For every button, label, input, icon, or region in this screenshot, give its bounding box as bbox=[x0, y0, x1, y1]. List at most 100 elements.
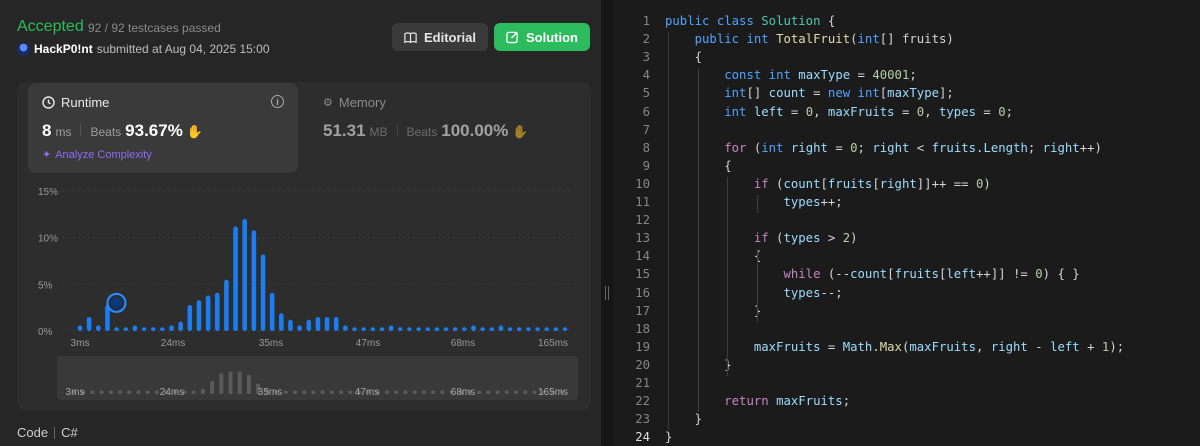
code-line[interactable]: 22 return maxFruits; bbox=[613, 392, 1200, 410]
code-line[interactable]: 9 { bbox=[613, 157, 1200, 175]
chart-bar[interactable] bbox=[214, 292, 220, 331]
chart-bar[interactable] bbox=[242, 219, 248, 331]
code-line[interactable]: 17 } bbox=[613, 302, 1200, 320]
chart-bar[interactable] bbox=[498, 325, 504, 331]
chart-bar[interactable] bbox=[507, 327, 513, 331]
chart-bar[interactable] bbox=[544, 327, 549, 331]
code-line[interactable]: 7 bbox=[613, 121, 1200, 139]
chart-bar[interactable] bbox=[480, 327, 485, 331]
code-line[interactable]: 12 bbox=[613, 211, 1200, 229]
mini-bar bbox=[532, 390, 537, 394]
chart-range-slider[interactable]: 3ms 24ms 35ms 47ms 68ms 165ms bbox=[57, 356, 578, 400]
code-line[interactable]: 18 bbox=[613, 320, 1200, 338]
memory-tab[interactable]: ⚙ Memory bbox=[323, 95, 386, 110]
code-line[interactable]: 13 if (types > 2) bbox=[613, 229, 1200, 247]
chart-bar[interactable] bbox=[288, 319, 293, 331]
chart-bar[interactable] bbox=[279, 313, 284, 331]
code-line[interactable]: 8 for (int right = 0; right < fruits.Len… bbox=[613, 139, 1200, 157]
chart-bar[interactable] bbox=[425, 327, 431, 331]
editorial-button[interactable]: Editorial bbox=[392, 23, 488, 51]
chart-bar[interactable] bbox=[443, 327, 449, 331]
code-line[interactable]: 14 { bbox=[613, 247, 1200, 265]
chart-bar[interactable] bbox=[205, 295, 211, 331]
code-line[interactable]: 23 } bbox=[613, 410, 1200, 428]
chart-bar[interactable] bbox=[343, 325, 348, 331]
chart-bar[interactable] bbox=[462, 327, 467, 331]
line-number: 13 bbox=[635, 231, 650, 246]
chart-bar[interactable] bbox=[150, 327, 156, 331]
chart-bar[interactable] bbox=[187, 304, 193, 331]
chart-bar[interactable] bbox=[224, 279, 229, 331]
chart-bar[interactable] bbox=[77, 325, 83, 331]
line-number: 23 bbox=[635, 412, 650, 427]
chart-bar[interactable] bbox=[306, 319, 312, 331]
analyze-complexity-link[interactable]: ✦ Analyze Complexity bbox=[42, 148, 152, 162]
chart-bar[interactable] bbox=[96, 325, 101, 331]
chart-bar[interactable] bbox=[471, 325, 476, 331]
chart-bar[interactable] bbox=[388, 325, 394, 331]
chart-bar[interactable] bbox=[535, 327, 540, 331]
code-editor[interactable]: 1 public class Solution {2 public int Tot… bbox=[613, 0, 1200, 446]
chart-bar[interactable] bbox=[86, 317, 92, 331]
code-line[interactable]: 4 const int maxType = 40001; bbox=[613, 66, 1200, 84]
chart-bar[interactable] bbox=[526, 327, 531, 331]
chart-bar[interactable] bbox=[269, 292, 275, 331]
code-line[interactable]: 2 public int TotalFruit(int[] fruits) bbox=[613, 30, 1200, 48]
code-line[interactable]: 15 while (--count[fruits[left++]] != 0) … bbox=[613, 265, 1200, 283]
code-line[interactable]: 5 int[] count = new int[maxType]; bbox=[613, 84, 1200, 102]
chart-bar[interactable] bbox=[562, 327, 568, 331]
chart-bar[interactable] bbox=[169, 325, 174, 331]
mini-bar bbox=[477, 390, 482, 394]
code-token: int bbox=[746, 32, 769, 47]
runtime-distribution-chart[interactable]: 15% 10% 5% 0% 3ms 24ms 35ms 47ms 68ms 165ms bbox=[28, 180, 583, 355]
chart-bar[interactable] bbox=[333, 317, 339, 331]
chart-bar[interactable] bbox=[397, 327, 403, 331]
chart-bar[interactable] bbox=[178, 321, 183, 331]
code-line[interactable]: 6 int left = 0, maxFruits = 0, types = 0… bbox=[613, 103, 1200, 121]
mini-bar bbox=[200, 388, 205, 394]
chart-bar[interactable] bbox=[233, 226, 238, 331]
chart-bar[interactable] bbox=[489, 327, 495, 331]
chart-bar[interactable] bbox=[132, 325, 138, 331]
code-line[interactable]: 24} bbox=[613, 428, 1200, 446]
resize-handle[interactable] bbox=[605, 286, 609, 300]
chart-bar[interactable] bbox=[370, 327, 376, 331]
code-line[interactable]: 16 types--; bbox=[613, 284, 1200, 302]
chart-bar[interactable] bbox=[141, 327, 147, 331]
chart-bar[interactable] bbox=[324, 317, 330, 331]
code-line[interactable]: 11 types++; bbox=[613, 193, 1200, 211]
chart-bar[interactable] bbox=[297, 325, 302, 331]
solution-button[interactable]: Solution bbox=[494, 23, 590, 51]
code-line[interactable]: 10 if (count[fruits[right]]++ == 0) bbox=[613, 175, 1200, 193]
chart-bar[interactable] bbox=[452, 327, 458, 331]
chart-bar[interactable] bbox=[260, 254, 266, 331]
code-line[interactable]: 21 bbox=[613, 374, 1200, 392]
chart-bar[interactable] bbox=[352, 327, 357, 331]
code-text: types++; bbox=[665, 195, 842, 209]
code-line[interactable]: 3 { bbox=[613, 48, 1200, 66]
chart-bar[interactable] bbox=[361, 327, 366, 331]
chart-bar[interactable] bbox=[315, 317, 321, 331]
chart-bar[interactable] bbox=[553, 327, 559, 331]
chart-bar[interactable] bbox=[407, 327, 412, 331]
code-line[interactable]: 19 maxFruits = Math.Max(maxFruits, right… bbox=[613, 338, 1200, 356]
username-link[interactable]: HackP0!nt bbox=[34, 42, 93, 56]
chart-bar[interactable] bbox=[196, 300, 202, 331]
chart-bar[interactable] bbox=[416, 327, 421, 331]
chart-bar[interactable] bbox=[516, 327, 522, 331]
info-icon[interactable]: i bbox=[271, 95, 284, 108]
chart-bar[interactable] bbox=[123, 327, 129, 331]
panel-divider[interactable] bbox=[601, 0, 613, 446]
chart-bar[interactable] bbox=[160, 327, 165, 331]
avatar[interactable] bbox=[17, 42, 30, 56]
chart-bar[interactable] bbox=[114, 327, 119, 331]
chart-bar[interactable] bbox=[251, 230, 257, 331]
chart-bar[interactable] bbox=[434, 327, 440, 331]
code-line[interactable]: 20 } bbox=[613, 356, 1200, 374]
your-submission-marker[interactable] bbox=[106, 292, 127, 313]
code-line[interactable]: 1 public class Solution { bbox=[613, 12, 1200, 30]
chart-bar[interactable] bbox=[379, 327, 385, 331]
code-token: return bbox=[724, 394, 769, 409]
code-text: int[] count = new int[maxType]; bbox=[665, 86, 954, 100]
